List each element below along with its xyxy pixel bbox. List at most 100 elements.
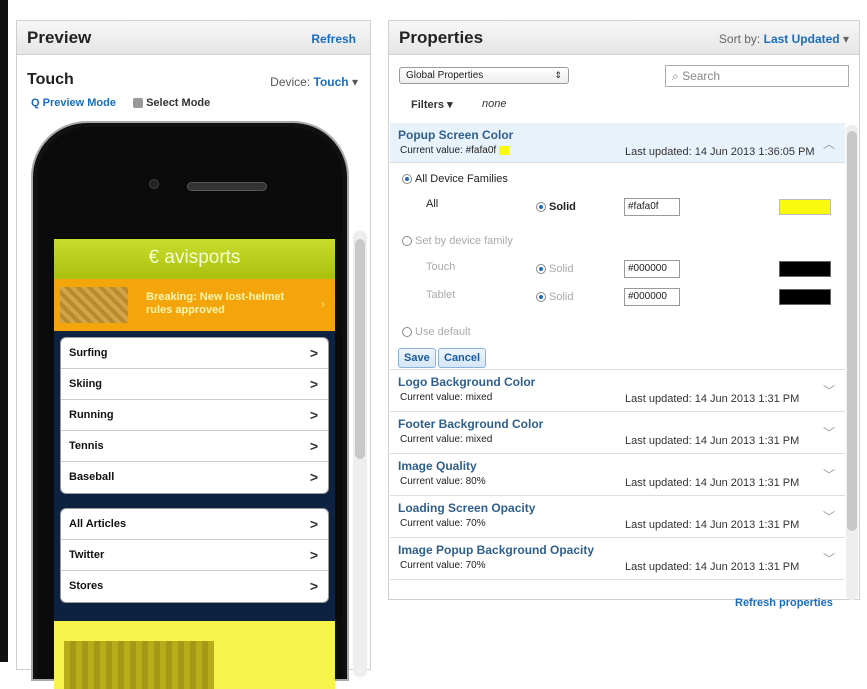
chevron-down-icon: ▾	[842, 32, 849, 46]
tablet-color-picker[interactable]	[779, 289, 831, 305]
menu-item[interactable]: Baseball >	[61, 462, 328, 493]
property-item[interactable]: Logo Background Color Current value: mix…	[390, 370, 845, 412]
chevron-right-icon: >	[309, 547, 318, 563]
menu-item[interactable]: Tennis >	[61, 431, 328, 462]
filters-dropdown[interactable]: Filters ▾	[411, 98, 453, 111]
chevron-down-icon[interactable]: ﹀	[823, 424, 835, 441]
scrollbar-thumb[interactable]	[847, 131, 857, 531]
radio-icon	[402, 174, 412, 185]
search-placeholder: Search	[682, 69, 721, 83]
chevron-down-icon: ▾	[351, 75, 358, 89]
radio-by-family[interactable]: Set by device family	[402, 235, 513, 247]
save-button[interactable]: Save	[398, 348, 436, 368]
sports-menu: Surfing > Skiing > Running > Tennis > Baseba…	[60, 337, 329, 494]
chevron-down-icon[interactable]: ﹀	[823, 508, 835, 525]
chevron-down-icon[interactable]: ﹀	[823, 382, 835, 399]
links-menu: All Articles > Twitter > Stores >	[60, 508, 329, 603]
select-mode-label: Select Mode	[146, 97, 211, 109]
menu-item[interactable]: Twitter >	[61, 540, 328, 571]
global-select-value: Global Properties	[406, 70, 484, 81]
tablet-label: Tablet	[426, 289, 456, 301]
cancel-button[interactable]: Cancel	[438, 348, 487, 368]
site-logo: € avisports	[54, 239, 335, 279]
sort-selector[interactable]: Sort by: Last Updated ▾	[719, 32, 849, 46]
property-list: Popup Screen Color Current value: #fafa0…	[390, 123, 845, 603]
property-item[interactable]: Footer Background Color Current value: m…	[390, 412, 845, 454]
solid-label: Solid	[549, 263, 574, 275]
property-item[interactable]: Loading Screen Opacity Current value: 70…	[390, 496, 845, 538]
all-color-picker[interactable]	[779, 199, 831, 215]
breaking-text: Breaking: New lost-helmet rules approved	[146, 291, 285, 316]
property-name: Logo Background Color	[398, 375, 536, 389]
all-hex-input[interactable]: #fafa0f	[624, 198, 680, 216]
property-current-value: Current value: mixed	[400, 392, 493, 403]
menu-item[interactable]: Stores >	[61, 571, 328, 602]
property-current-value: Current value: mixed	[400, 434, 493, 445]
radio-use-default[interactable]: Use default	[402, 326, 471, 338]
device-heading: Touch	[27, 71, 74, 88]
property-last-updated: Last updated: 14 Jun 2013 1:31 PM	[625, 477, 800, 489]
chevron-down-icon[interactable]: ﹀	[823, 550, 835, 567]
menu-item[interactable]: Skiing >	[61, 369, 328, 400]
phone-frame: € avisports Breaking: New lost-helmet ru…	[31, 121, 349, 689]
radio-all-families[interactable]: All Device Families	[402, 173, 508, 185]
chevron-right-icon: >	[309, 438, 318, 454]
menu-item[interactable]: Surfing >	[61, 338, 328, 369]
logo-text: avisports	[164, 247, 241, 268]
refresh-link[interactable]: Refresh	[311, 32, 356, 46]
preview-mode-label: Preview Mode	[42, 97, 116, 109]
preview-scrollbar[interactable]	[353, 231, 367, 677]
menu-item-label: Baseball	[69, 471, 115, 483]
preview-title: Preview	[27, 28, 92, 47]
refresh-properties-link[interactable]: Refresh properties	[735, 597, 833, 609]
property-name: Image Quality	[398, 459, 477, 473]
solid-radio[interactable]: Solid	[536, 201, 576, 213]
menu-item-label: Skiing	[69, 378, 103, 390]
properties-header: Properties Sort by: Last Updated ▾	[389, 21, 859, 55]
global-properties-select[interactable]: Global Properties ⇕	[399, 67, 569, 84]
radio-icon	[402, 236, 412, 247]
camera-icon	[149, 179, 159, 189]
properties-scrollbar[interactable]	[846, 125, 858, 600]
scrollbar-thumb[interactable]	[355, 239, 365, 459]
device-selector[interactable]: Device: Touch ▾	[270, 75, 358, 89]
radio-label: Use default	[415, 326, 471, 338]
filters-value: none	[482, 98, 507, 110]
property-item[interactable]: Image Quality Current value: 80% Last up…	[390, 454, 845, 496]
chevron-right-icon: >	[309, 407, 318, 423]
radio-icon	[402, 327, 412, 338]
select-mode-button[interactable]: Select Mode	[133, 97, 210, 109]
menu-item-label: Surfing	[69, 347, 108, 359]
search-input[interactable]: ⌕ Search	[665, 65, 849, 87]
chevron-down-icon[interactable]: ﹀	[823, 466, 835, 483]
phone-screen[interactable]: € avisports Breaking: New lost-helmet ru…	[54, 239, 335, 689]
logo-mark-icon: €	[148, 247, 165, 268]
property-current-value: Current value: 80%	[400, 476, 486, 487]
property-editor: All Device Families All Solid #fafa0f Se…	[390, 163, 845, 370]
radio-label: All Device Families	[415, 173, 508, 185]
touch-color-picker[interactable]	[779, 261, 831, 277]
breaking-news-banner[interactable]: Breaking: New lost-helmet rules approved…	[54, 279, 335, 331]
property-item[interactable]: Image Popup Background Opacity Current v…	[390, 538, 845, 580]
tablet-hex-input[interactable]: #000000	[624, 288, 680, 306]
property-name: Footer Background Color	[398, 417, 544, 431]
solid-label: Solid	[549, 201, 576, 213]
menu-item[interactable]: Running >	[61, 400, 328, 431]
phone-body: € avisports Breaking: New lost-helmet ru…	[37, 127, 343, 689]
tablet-solid-radio[interactable]: Solid	[536, 291, 573, 303]
touch-hex-input[interactable]: #000000	[624, 260, 680, 278]
speaker-icon	[187, 182, 267, 191]
menu-item[interactable]: All Articles >	[61, 509, 328, 540]
property-item-selected[interactable]: Popup Screen Color Current value: #fafa0…	[390, 123, 845, 163]
property-current-value: Current value: 70%	[400, 518, 486, 529]
preview-header: Preview Refresh	[17, 21, 370, 55]
touch-solid-radio[interactable]: Solid	[536, 263, 573, 275]
promo-image	[64, 641, 214, 689]
chevron-right-icon: >	[309, 376, 318, 392]
chevron-up-icon[interactable]: ︿	[823, 135, 835, 152]
preview-mode-button[interactable]: Q Preview Mode	[31, 97, 116, 109]
chevron-down-icon: ▾	[447, 99, 453, 111]
property-name: Popup Screen Color	[398, 128, 514, 142]
device-value: Touch	[313, 75, 349, 89]
chevron-right-icon: >	[309, 516, 318, 532]
